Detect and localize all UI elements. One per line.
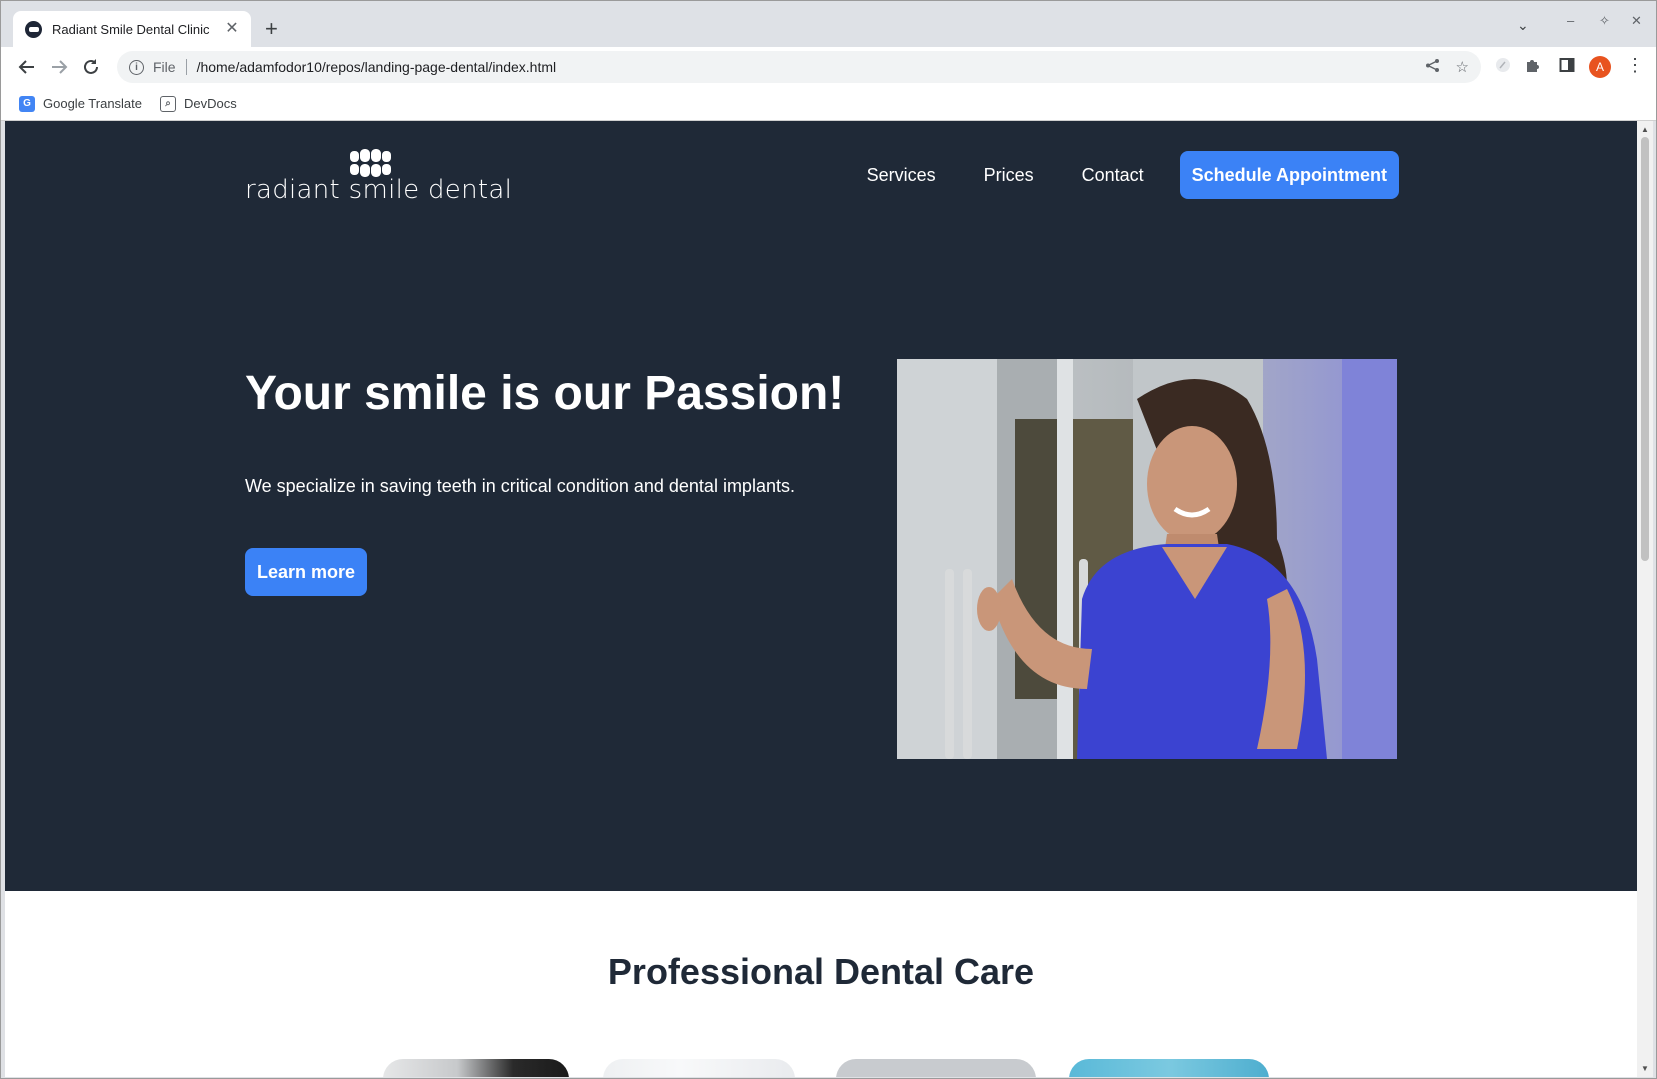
scroll-thumb[interactable]: [1641, 137, 1649, 561]
nav-prices[interactable]: Prices: [984, 165, 1034, 186]
window-close-icon[interactable]: ✕: [1631, 13, 1642, 29]
schedule-appointment-button[interactable]: Schedule Appointment: [1179, 151, 1399, 199]
tab-strip: Radiant Smile Dental Clinic ✕ + ⌄ – ✧ ✕: [1, 1, 1656, 47]
info-icon[interactable]: i: [129, 59, 144, 75]
google-translate-icon: G: [19, 95, 35, 112]
page-scrollbar[interactable]: ▲ ▼: [1637, 121, 1653, 1077]
hero-section: radiant smile dental Services Prices Con…: [5, 121, 1637, 891]
profile-avatar[interactable]: A: [1589, 56, 1611, 78]
tooth-favicon-icon: [25, 20, 42, 38]
forward-icon[interactable]: [45, 53, 73, 81]
page-viewport: radiant smile dental Services Prices Con…: [5, 121, 1637, 1077]
learn-more-button[interactable]: Learn more: [245, 548, 368, 596]
service-card-image[interactable]: [836, 1059, 1036, 1077]
extension-pen-icon[interactable]: [1495, 57, 1511, 78]
bookmark-label: Google Translate: [43, 96, 143, 111]
scroll-up-arrow-icon[interactable]: ▲: [1641, 125, 1649, 134]
service-card-image[interactable]: [603, 1059, 795, 1077]
new-tab-button[interactable]: +: [265, 17, 278, 41]
address-bar[interactable]: i File /home/adamfodor10/repos/landing-p…: [117, 51, 1481, 83]
url-text[interactable]: /home/adamfodor10/repos/landing-page-den…: [197, 59, 1409, 75]
bookmarks-bar: G Google Translate ⌕ DevDocs: [1, 87, 1656, 121]
browser-window: Radiant Smile Dental Clinic ✕ + ⌄ – ✧ ✕ …: [0, 0, 1657, 1079]
extensions-puzzle-icon[interactable]: [1525, 57, 1541, 78]
bookmark-star-icon[interactable]: ☆: [1456, 58, 1469, 76]
teeth-logo-icon: [350, 149, 391, 177]
hero-headline: Your smile is our Passion!: [245, 367, 845, 420]
toolbar: i File /home/adamfodor10/repos/landing-p…: [1, 47, 1656, 87]
devdocs-search-icon: ⌕: [160, 95, 177, 112]
reload-icon[interactable]: [77, 53, 105, 81]
tab-radiant-smile[interactable]: Radiant Smile Dental Clinic ✕: [13, 11, 251, 47]
close-icon[interactable]: ✕: [223, 20, 241, 38]
menu-kebab-icon[interactable]: ⋮: [1626, 55, 1644, 76]
divider: [185, 59, 187, 75]
restore-icon[interactable]: ✧: [1599, 13, 1610, 29]
scheme-label: File: [153, 59, 176, 75]
back-icon[interactable]: [13, 53, 41, 81]
nav-services[interactable]: Services: [867, 165, 936, 186]
services-section-title: Professional Dental Care: [607, 951, 1035, 992]
bookmark-devdocs[interactable]: ⌕ DevDocs: [160, 95, 237, 112]
bookmark-google-translate[interactable]: G Google Translate: [19, 95, 143, 112]
scroll-down-arrow-icon[interactable]: ▼: [1641, 1064, 1649, 1073]
minimize-icon[interactable]: –: [1567, 13, 1574, 28]
side-panel-icon[interactable]: [1559, 57, 1575, 78]
bookmark-label: DevDocs: [184, 96, 237, 111]
hero-subtext: We specialize in saving teeth in critica…: [245, 476, 795, 496]
tab-search-chevron-icon[interactable]: ⌄: [1517, 17, 1529, 34]
nav-contact[interactable]: Contact: [1082, 165, 1144, 186]
logo-text: radiant smile dental: [245, 175, 513, 205]
main-nav: Services Prices Contact Schedule Appoint…: [819, 151, 1399, 199]
service-card-image[interactable]: [1069, 1059, 1269, 1077]
tab-title: Radiant Smile Dental Clinic: [52, 21, 210, 37]
hero-photo-dentist: [897, 359, 1397, 759]
share-icon[interactable]: [1425, 58, 1440, 77]
site-logo[interactable]: radiant smile dental: [245, 149, 512, 205]
service-card-image[interactable]: [383, 1059, 569, 1077]
